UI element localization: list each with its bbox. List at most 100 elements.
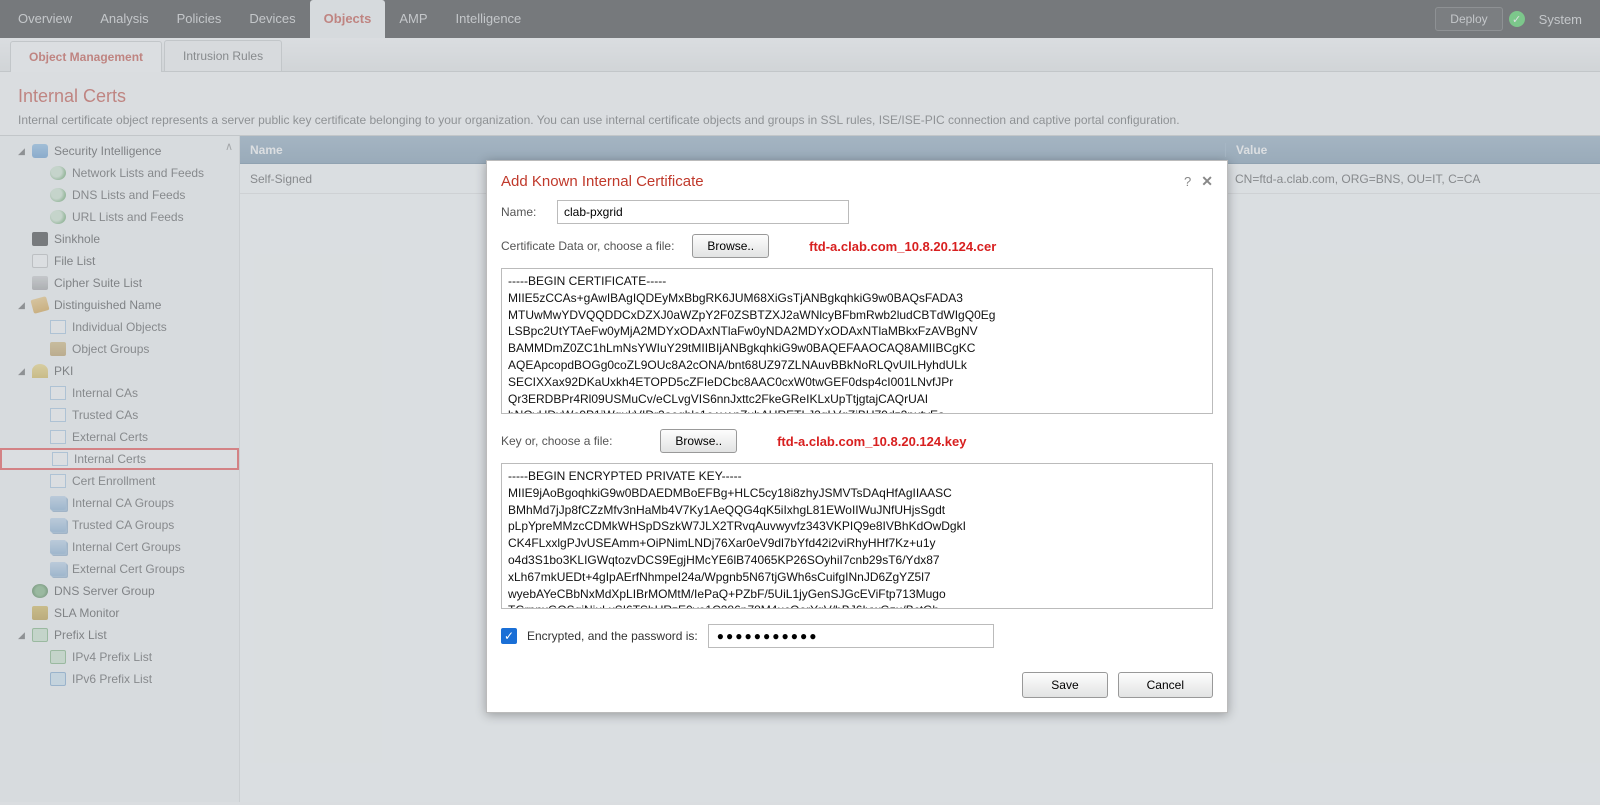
cert-filename-annotation: ftd-a.clab.com_10.8.20.124.cer [809, 239, 996, 254]
sidebar-group-label: Cipher Suite List [54, 276, 142, 290]
modal-close-icon[interactable]: ✕ [1201, 173, 1213, 190]
encrypted-checkbox[interactable]: ✓ [501, 628, 517, 644]
sidebar-item-network-lists-and-feeds[interactable]: Network Lists and Feeds [0, 162, 239, 184]
sidebar-group-security-intelligence[interactable]: ◢Security Intelligence [0, 140, 239, 162]
stack-icon [50, 496, 66, 510]
secondary-nav: Object ManagementIntrusion Rules [0, 38, 1600, 72]
sidebar-item-external-certs[interactable]: External Certs [0, 426, 239, 448]
nav-objects[interactable]: Objects [310, 0, 386, 38]
sidebar-item-label: Trusted CA Groups [72, 518, 174, 532]
db-icon [32, 144, 48, 158]
sidebar-group-label: Sinkhole [54, 232, 100, 246]
prefix6-icon [50, 672, 66, 686]
sidebar-group-file-list[interactable]: File List [0, 250, 239, 272]
sidebar-item-label: External Cert Groups [72, 562, 185, 576]
cert-data-textarea[interactable] [501, 268, 1213, 414]
expand-icon: ◢ [18, 366, 26, 377]
system-menu[interactable]: System [1531, 12, 1582, 27]
save-button[interactable]: Save [1022, 672, 1107, 698]
object-sidebar[interactable]: ∧ ◢Security IntelligenceNetwork Lists an… [0, 136, 240, 802]
globe-icon [50, 166, 66, 180]
sidebar-item-object-groups[interactable]: Object Groups [0, 338, 239, 360]
subtab-object-management[interactable]: Object Management [10, 41, 162, 72]
deploy-button[interactable]: Deploy [1435, 7, 1502, 31]
col-value[interactable]: Value [1225, 143, 1600, 157]
sidebar-group-sla-monitor[interactable]: SLA Monitor [0, 602, 239, 624]
list-icon [50, 430, 66, 444]
sidebar-item-label: External Certs [72, 430, 148, 444]
sla-icon [32, 606, 48, 620]
sidebar-item-internal-ca-groups[interactable]: Internal CA Groups [0, 492, 239, 514]
sidebar-item-cert-enrollment[interactable]: Cert Enrollment [0, 470, 239, 492]
sidebar-item-ipv4-prefix-list[interactable]: IPv4 Prefix List [0, 646, 239, 668]
nav-amp[interactable]: AMP [385, 0, 441, 38]
col-name[interactable]: Name [240, 143, 1225, 157]
sidebar-item-internal-cas[interactable]: Internal CAs [0, 382, 239, 404]
dns-icon [32, 584, 48, 598]
sidebar-item-external-cert-groups[interactable]: External Cert Groups [0, 558, 239, 580]
prefix-icon [32, 628, 48, 642]
sidebar-item-label: IPv4 Prefix List [72, 650, 152, 664]
file-icon [32, 254, 48, 268]
sidebar-item-dns-lists-and-feeds[interactable]: DNS Lists and Feeds [0, 184, 239, 206]
tag-icon [30, 296, 49, 314]
prefix-icon [50, 650, 66, 664]
sidebar-item-label: Internal Certs [74, 452, 146, 466]
sidebar-group-label: Prefix List [54, 628, 107, 642]
sidebar-item-url-lists-and-feeds[interactable]: URL Lists and Feeds [0, 206, 239, 228]
scroll-up-icon[interactable]: ∧ [225, 140, 233, 153]
sidebar-item-label: Internal CAs [72, 386, 138, 400]
sidebar-item-trusted-ca-groups[interactable]: Trusted CA Groups [0, 514, 239, 536]
subtab-intrusion-rules[interactable]: Intrusion Rules [164, 40, 282, 71]
sidebar-group-distinguished-name[interactable]: ◢ Distinguished Name [0, 294, 239, 316]
sidebar-item-trusted-cas[interactable]: Trusted CAs [0, 404, 239, 426]
nav-analysis[interactable]: Analysis [86, 0, 162, 38]
sidebar-item-label: Internal Cert Groups [72, 540, 181, 554]
sidebar-item-internal-cert-groups[interactable]: Internal Cert Groups [0, 536, 239, 558]
browse-cert-button[interactable]: Browse.. [692, 234, 769, 258]
sidebar-item-label: Network Lists and Feeds [72, 166, 204, 180]
password-input[interactable] [708, 624, 994, 648]
sidebar-group-cipher-suite-list[interactable]: Cipher Suite List [0, 272, 239, 294]
nav-policies[interactable]: Policies [163, 0, 236, 38]
sidebar-item-label: Object Groups [72, 342, 149, 356]
stack-icon [50, 562, 66, 576]
sidebar-item-ipv6-prefix-list[interactable]: IPv6 Prefix List [0, 668, 239, 690]
sidebar-group-pki[interactable]: ◢ PKI [0, 360, 239, 382]
add-internal-cert-modal: Add Known Internal Certificate ? ✕ Name:… [486, 160, 1228, 713]
sidebar-group-label: DNS Server Group [54, 584, 155, 598]
nav-devices[interactable]: Devices [235, 0, 309, 38]
expand-icon: ◢ [18, 300, 26, 311]
key-data-label: Key or, choose a file: [501, 434, 612, 448]
modal-title: Add Known Internal Certificate [501, 173, 704, 190]
key-data-textarea[interactable] [501, 463, 1213, 609]
sidebar-group-label: File List [54, 254, 95, 268]
cancel-button[interactable]: Cancel [1118, 672, 1213, 698]
key-filename-annotation: ftd-a.clab.com_10.8.20.124.key [777, 434, 966, 449]
sidebar-item-internal-certs[interactable]: Internal Certs [0, 448, 239, 470]
sidebar-item-label: Internal CA Groups [72, 496, 174, 510]
sidebar-item-label: IPv6 Prefix List [72, 672, 152, 686]
sink-icon [32, 232, 48, 246]
status-ok-icon: ✓ [1509, 11, 1525, 27]
sidebar-group-sinkhole[interactable]: Sinkhole [0, 228, 239, 250]
browse-key-button[interactable]: Browse.. [660, 429, 737, 453]
sidebar-group-prefix-list[interactable]: ◢Prefix List [0, 624, 239, 646]
modal-help-icon[interactable]: ? [1184, 174, 1191, 189]
nav-overview[interactable]: Overview [4, 0, 86, 38]
list-icon [50, 474, 66, 488]
stack-icon [50, 540, 66, 554]
sidebar-group-dns-server-group[interactable]: DNS Server Group [0, 580, 239, 602]
list-icon [50, 408, 66, 422]
sidebar-group-label: PKI [54, 364, 73, 378]
sidebar-item-label: Trusted CAs [72, 408, 138, 422]
cert-name-input[interactable] [557, 200, 849, 224]
key-icon [32, 364, 48, 378]
sidebar-group-label: Distinguished Name [54, 298, 161, 312]
sidebar-item-individual-objects[interactable]: Individual Objects [0, 316, 239, 338]
nav-intelligence[interactable]: Intelligence [442, 0, 536, 38]
page-description: Internal certificate object represents a… [18, 113, 1582, 127]
stack-icon [50, 518, 66, 532]
sidebar-group-label: Security Intelligence [54, 144, 161, 158]
sidebar-group-label: SLA Monitor [54, 606, 119, 620]
